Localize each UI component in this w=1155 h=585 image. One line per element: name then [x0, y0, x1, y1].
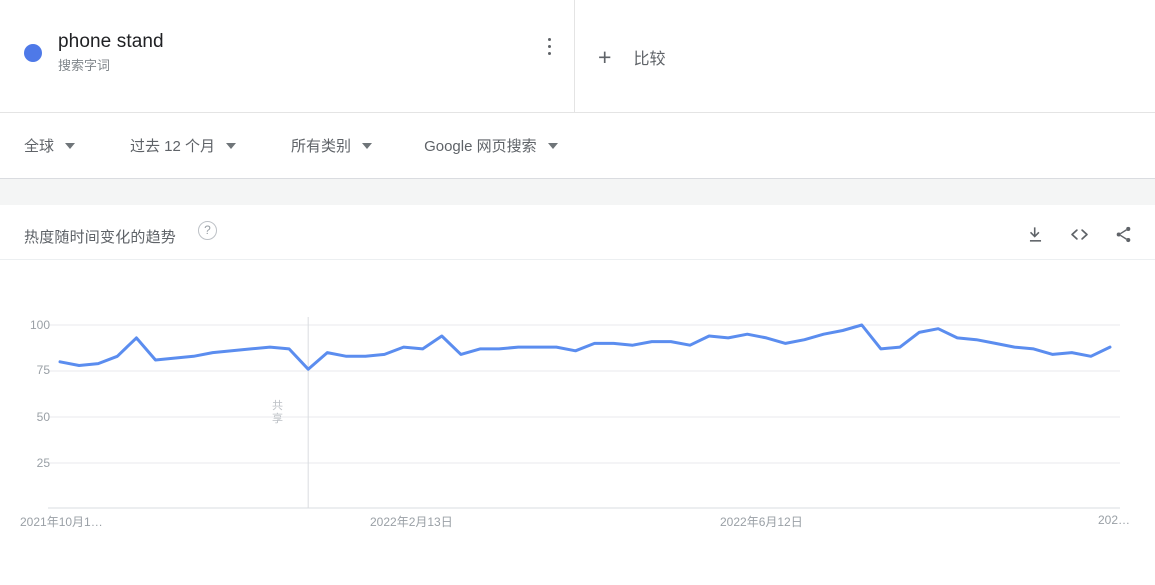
add-comparison-button[interactable]: + 比较 [598, 35, 665, 79]
search-term-title: phone stand [58, 31, 164, 52]
trend-line-chart[interactable] [0, 260, 1155, 585]
y-tick-75: 75 [36, 363, 50, 377]
chevron-down-icon [65, 143, 76, 149]
chart-canvas [48, 317, 1120, 509]
filter-region-label: 全球 [24, 138, 55, 155]
y-tick-25: 25 [36, 456, 50, 470]
search-term-card[interactable]: phone stand 搜索字词 [0, 0, 575, 112]
filter-region[interactable]: 全球 [24, 135, 76, 156]
chart-header: 热度随时间变化的趋势 [0, 205, 1155, 260]
filter-time-range[interactable]: 过去 12 个月 [130, 135, 237, 156]
filter-time-range-label: 过去 12 个月 [130, 138, 216, 155]
x-tick-3: 202… [1098, 513, 1131, 527]
series-color-dot [24, 44, 42, 62]
help-icon[interactable]: ? [198, 221, 217, 240]
filter-bar: 全球 过去 12 个月 所有类别 Google 网页搜索 [0, 113, 1155, 179]
download-icon[interactable] [1023, 222, 1047, 246]
section-divider [0, 179, 1155, 205]
y-tick-100: 100 [29, 318, 50, 332]
filter-category[interactable]: 所有类别 [291, 135, 373, 156]
y-tick-50: 50 [36, 410, 50, 424]
add-comparison-label: 比较 [633, 51, 666, 68]
filter-category-label: 所有类别 [291, 138, 352, 155]
x-tick-0: 2021年10月1… [20, 515, 103, 529]
plus-icon: + [598, 43, 612, 70]
search-term-subtitle: 搜索字词 [58, 58, 111, 73]
chevron-down-icon [547, 143, 558, 149]
x-tick-2: 2022年6月12日 [720, 515, 803, 529]
chart-title: 热度随时间变化的趋势 [24, 229, 177, 246]
filter-search-type-label: Google 网页搜索 [424, 138, 537, 155]
embed-code-icon[interactable] [1067, 222, 1091, 246]
chart-actions [1023, 222, 1135, 246]
share-icon[interactable] [1111, 222, 1135, 246]
chevron-down-icon [362, 143, 373, 149]
x-tick-1: 2022年2月13日 [370, 515, 453, 529]
more-vert-icon[interactable] [539, 38, 559, 70]
filter-search-type[interactable]: Google 网页搜索 [424, 135, 558, 156]
chart-marker-label: 共享 [272, 400, 283, 425]
search-term-bar: phone stand 搜索字词 + 比较 [0, 0, 1155, 113]
interest-over-time-card: 热度随时间变化的趋势 [0, 205, 1155, 585]
chevron-down-icon [226, 143, 237, 149]
